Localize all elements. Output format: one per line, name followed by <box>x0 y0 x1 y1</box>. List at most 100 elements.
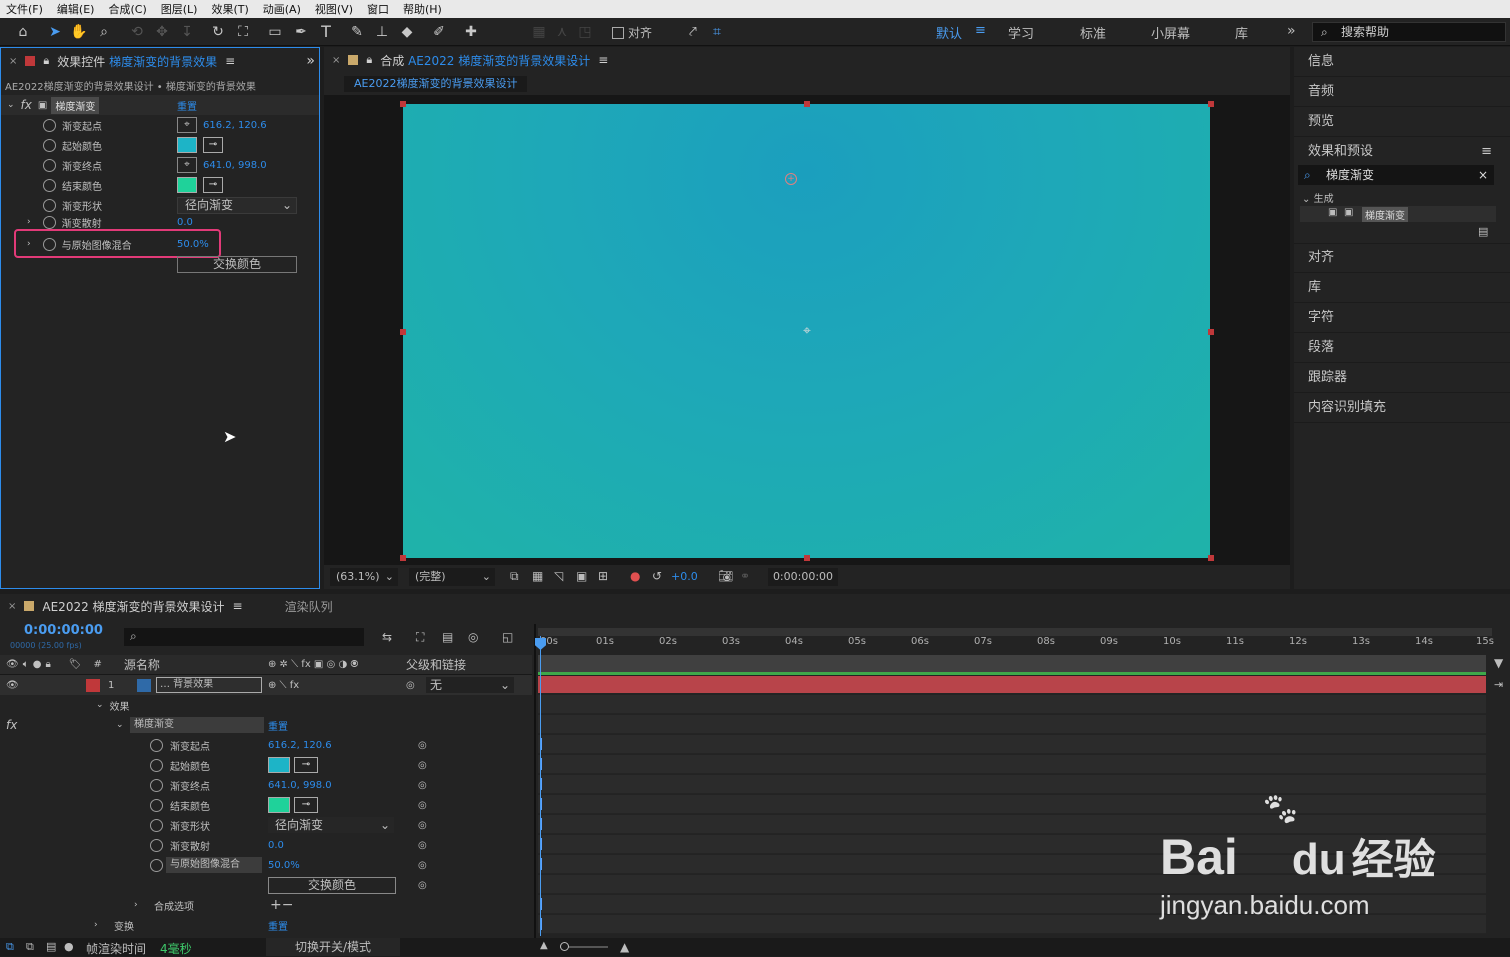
transform-reset-link[interactable]: 重置 <box>268 918 288 933</box>
workspace-menu-icon[interactable]: ≡ <box>975 23 986 38</box>
tl-prop-shape[interactable]: 渐变形状 径向渐变 ⌄ ◎ <box>0 815 532 835</box>
workspace-default[interactable]: 默认 <box>936 23 962 42</box>
tl-prop-end-color[interactable]: 结束颜色 ⊸ ◎ <box>0 795 532 815</box>
expression-pickwhip-icon[interactable]: ◎ <box>418 860 427 871</box>
expression-pickwhip-icon[interactable]: ◎ <box>418 740 427 751</box>
stopwatch-icon[interactable] <box>150 798 163 812</box>
fx-icon[interactable]: fx <box>21 98 32 112</box>
composition-tab[interactable]: × 🔒︎ 合成 AE2022 梯度渐变的背景效果设计 ≡ <box>324 47 1290 73</box>
clone-tool-icon[interactable]: ⊥ <box>373 23 391 41</box>
transfer-controls-icon[interactable]: ⧉ <box>26 940 34 954</box>
menu-layer[interactable]: 图层(L) <box>161 1 198 17</box>
lock-icon[interactable]: 🔒︎ <box>45 659 50 670</box>
zoom-tool-icon[interactable]: ⌕ <box>95 23 113 41</box>
shape-dropdown[interactable]: 径向渐变 ⌄ <box>177 196 297 214</box>
eyedropper-icon[interactable]: ⊸ <box>294 797 318 813</box>
zoom-in-icon[interactable]: ▲ <box>620 940 629 954</box>
swap-colors-button[interactable]: 交换颜色 <box>177 256 297 273</box>
start-color-swatch[interactable] <box>177 137 197 153</box>
nav-icon[interactable]: ⇥ <box>1494 678 1503 691</box>
tl-prop-start-color[interactable]: 起始颜色 ⊸ ◎ <box>0 755 532 775</box>
effect-reset-link[interactable]: 重置 <box>177 98 197 113</box>
guides-icon[interactable]: ⊞ <box>598 569 608 583</box>
resolution-dropdown[interactable]: (完整) ⌄ <box>409 568 495 586</box>
toggle-switches-modes-button[interactable]: 切换开关/模式 <box>266 938 400 956</box>
parent-link-header[interactable]: 父级和链接 <box>406 656 466 673</box>
expression-pickwhip-icon[interactable]: ◎ <box>418 880 427 891</box>
transparency-grid-icon[interactable]: ▦ <box>532 569 543 583</box>
stopwatch-icon[interactable] <box>150 758 163 772</box>
layer-name[interactable]: … 背景效果 <box>156 677 262 693</box>
dolly-tool-icon[interactable]: ↧ <box>178 23 196 41</box>
chevron-right-icon[interactable]: › <box>94 920 98 930</box>
current-timecode[interactable]: 0:00:00:00 <box>24 623 103 638</box>
graph-editor-icon[interactable]: ◱ <box>502 630 513 644</box>
close-icon[interactable]: × <box>8 601 16 612</box>
effect-name[interactable]: 梯度渐变 <box>130 717 264 733</box>
layer-search-input[interactable]: ⌕ <box>124 628 364 646</box>
pen-tool-icon[interactable]: ✒ <box>292 23 310 41</box>
add-remove-icon[interactable]: +− <box>270 897 293 913</box>
chevron-right-icon[interactable]: › <box>27 217 31 227</box>
end-color-swatch[interactable] <box>177 177 197 193</box>
comp-button-icon[interactable]: ▼ <box>1494 656 1503 670</box>
orbit-tool-icon[interactable]: ⟲ <box>128 23 146 41</box>
stopwatch-icon[interactable] <box>150 738 163 752</box>
start-point-value[interactable]: 616.2, 120.6 <box>268 740 332 751</box>
solo-icon[interactable]: ● <box>33 659 42 670</box>
libraries-panel-header[interactable]: 库 <box>1294 273 1510 303</box>
hide-shy-layers-icon[interactable]: ▤ <box>442 630 453 644</box>
chevron-down-icon[interactable]: ⌄ <box>96 700 104 710</box>
effect-reset-link[interactable]: 重置 <box>268 718 288 733</box>
pan-tool-icon[interactable]: ✥ <box>153 23 171 41</box>
tree-item-row[interactable]: ▣ ▣ 梯度渐变 <box>1300 206 1496 222</box>
expand-panels-icon[interactable]: » <box>306 53 315 69</box>
tl-prop-end-point[interactable]: 渐变终点 641.0, 998.0 ◎ <box>0 775 532 795</box>
new-preset-folder-icon[interactable]: ▤ <box>1478 225 1488 238</box>
axis-view-icon[interactable]: ◳ <box>576 23 594 41</box>
mask-visibility-icon[interactable]: ◹ <box>554 569 563 583</box>
tl-prop-start-point[interactable]: 渐变起点 616.2, 120.6 ◎ <box>0 735 532 755</box>
source-name-header[interactable]: 源名称 <box>124 656 160 673</box>
workspace-learn[interactable]: 学习 <box>1008 23 1034 42</box>
help-search-input[interactable]: ⌕ 搜索帮助 <box>1312 22 1506 42</box>
workspace-small-screen[interactable]: 小屏幕 <box>1151 23 1190 42</box>
effect-controls-tab[interactable]: × 🔒︎ 效果控件 梯度渐变的背景效果 ≡ » <box>1 48 319 74</box>
video-toggle-icon[interactable]: 👁︎ <box>6 659 19 670</box>
blend-value[interactable]: 50.0% <box>268 860 300 871</box>
panel-menu-icon[interactable]: ≡ <box>233 599 243 613</box>
eyedropper-icon[interactable]: ⊸ <box>203 137 223 153</box>
character-panel-header[interactable]: 字符 <box>1294 303 1510 333</box>
zoom-out-icon[interactable]: ▲ <box>540 940 548 951</box>
home-icon[interactable]: ⌂ <box>14 23 32 41</box>
start-color-swatch[interactable] <box>268 757 290 773</box>
viewer-timecode[interactable]: 0:00:00:00 <box>768 568 838 586</box>
more-workspaces-icon[interactable]: » <box>1287 23 1296 39</box>
bounding-handle[interactable] <box>400 555 406 561</box>
swap-colors-button[interactable]: 交换颜色 <box>268 876 396 894</box>
work-area-bar[interactable] <box>538 628 1492 636</box>
current-time-indicator[interactable] <box>540 636 541 936</box>
eye-icon[interactable]: 👁︎ <box>6 680 19 691</box>
info-panel-header[interactable]: 信息 <box>1294 47 1510 77</box>
expression-pickwhip-icon[interactable]: ◎ <box>418 760 427 771</box>
chevron-down-icon[interactable]: ⌄ <box>7 100 15 110</box>
end-point-value[interactable]: 641.0, 998.0 <box>268 780 332 791</box>
stopwatch-icon[interactable] <box>43 178 56 192</box>
stopwatch-icon[interactable] <box>43 198 56 212</box>
chevron-down-icon[interactable]: ⌄ <box>116 720 124 730</box>
compositing-options-row[interactable]: › 合成选项 +− <box>0 895 532 915</box>
menu-animation[interactable]: 动画(A) <box>263 1 301 17</box>
bounding-handle[interactable] <box>400 329 406 335</box>
menu-view[interactable]: 视图(V) <box>315 1 353 17</box>
tracker-panel-header[interactable]: 跟踪器 <box>1294 363 1510 393</box>
zoom-slider-thumb[interactable] <box>560 942 569 951</box>
effect-row[interactable]: fx ⌄ 梯度渐变 重置 <box>0 715 532 735</box>
time-ruler[interactable]: 00s 01s 02s 03s 04s 05s 06s 07s 08s 09s … <box>538 636 1494 656</box>
end-point-value[interactable]: 641.0, 998.0 <box>203 160 267 171</box>
expression-pickwhip-icon[interactable]: ◎ <box>418 780 427 791</box>
menu-composition[interactable]: 合成(C) <box>108 1 146 17</box>
content-aware-fill-header[interactable]: 内容识别填充 <box>1294 393 1510 423</box>
bounding-handle[interactable] <box>1208 555 1214 561</box>
menu-help[interactable]: 帮助(H) <box>403 1 442 17</box>
